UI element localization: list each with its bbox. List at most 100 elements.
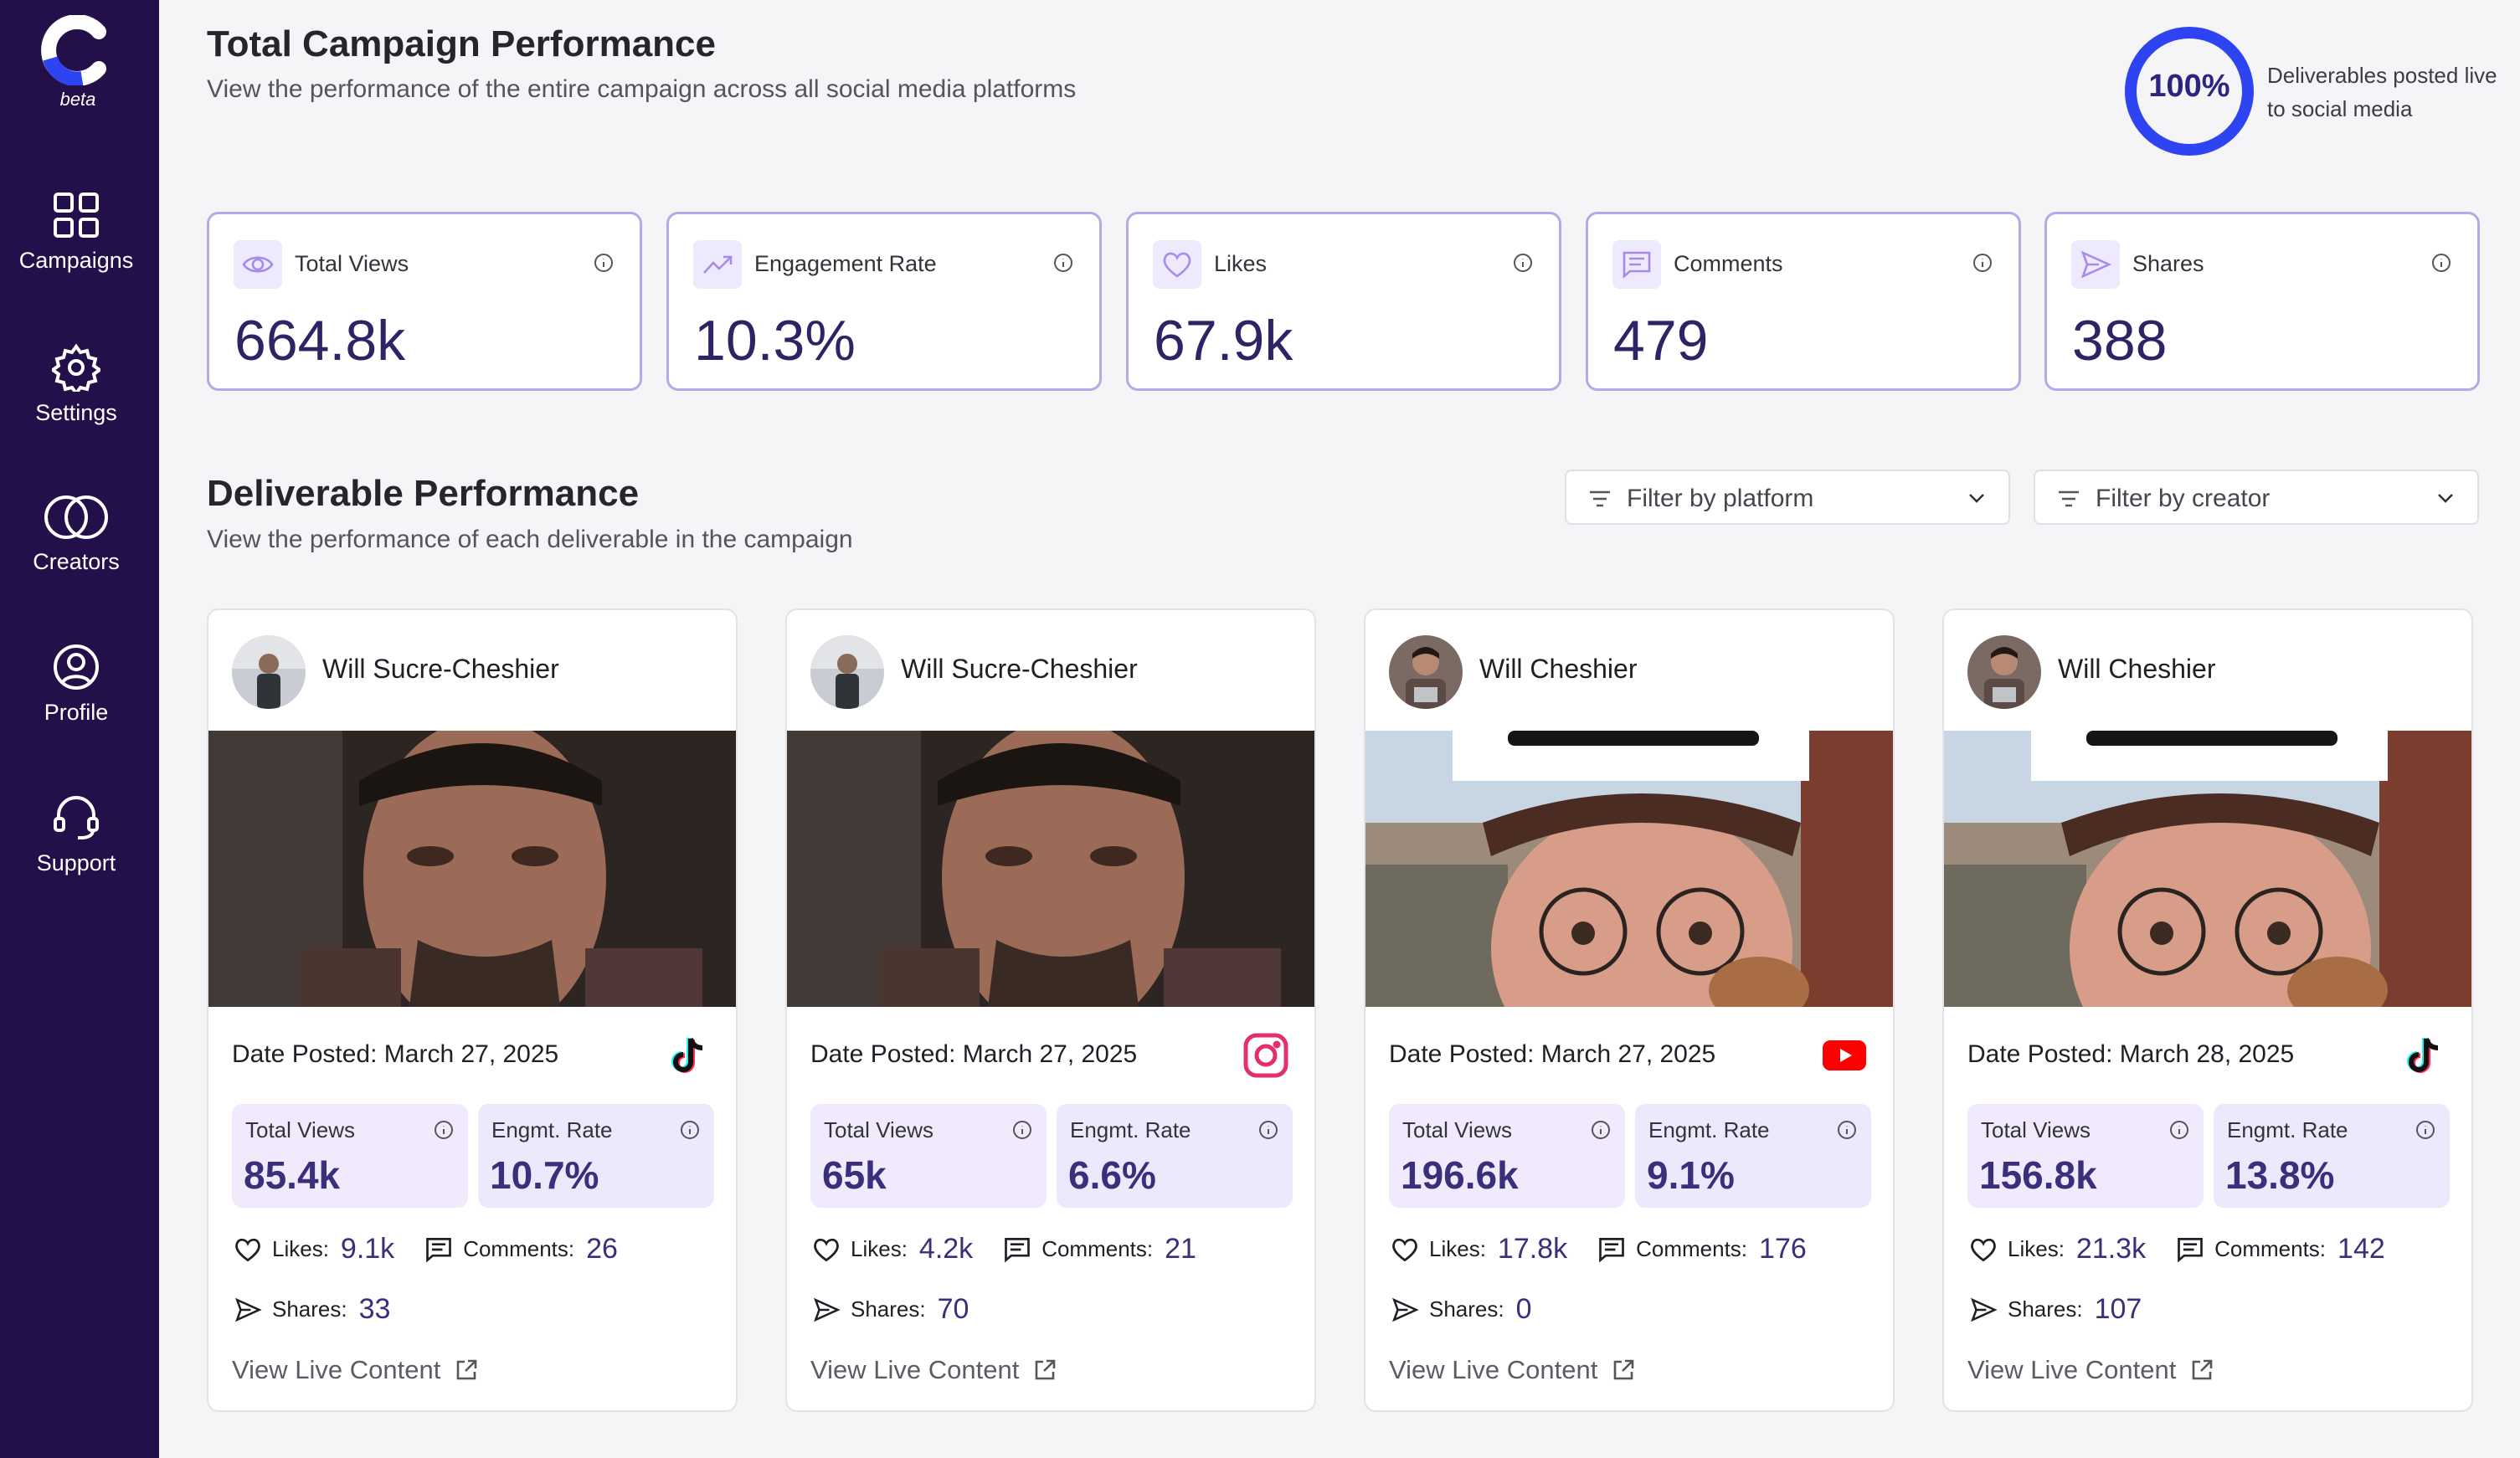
view-live-content-link[interactable]: View Live Content — [1389, 1355, 1636, 1385]
comments-value: 142 — [2337, 1233, 2385, 1265]
avatar — [232, 635, 306, 709]
stat-value: 67.9k — [1154, 309, 1293, 372]
stat-card-comments: Comments 479 — [1586, 212, 2021, 391]
overlapping-circles-icon — [44, 495, 108, 539]
info-icon[interactable] — [1836, 1119, 1858, 1141]
link-label: View Live Content — [232, 1355, 441, 1384]
nav-creators[interactable]: Creators — [0, 494, 152, 575]
external-link-icon — [1614, 1359, 1634, 1380]
youtube-icon — [1821, 1032, 1868, 1079]
content-thumbnail[interactable] — [1944, 731, 2473, 1007]
external-link-icon — [457, 1359, 477, 1380]
deliverable-card: Will Sucre-Cheshier Date Posted: March 2… — [207, 608, 738, 1412]
info-icon[interactable] — [1590, 1119, 1612, 1141]
progress-value: 100% — [2148, 69, 2230, 104]
gear-icon — [52, 343, 100, 392]
filter-label: Filter by platform — [1627, 485, 1814, 512]
likes-comments-row: Likes: 9.1k Comments: 26 — [232, 1233, 618, 1265]
send-icon — [814, 1297, 841, 1322]
metric-label: Engmt. Rate — [491, 1117, 613, 1142]
info-icon[interactable] — [2415, 1119, 2436, 1141]
metric-value: 85.4k — [244, 1153, 341, 1197]
metric-value: 65k — [822, 1153, 887, 1197]
content-thumbnail[interactable] — [787, 731, 1314, 1007]
app-logo[interactable] — [40, 15, 112, 85]
deliverable-card: Will Cheshier Date Posted: March 28, 202… — [1942, 608, 2473, 1412]
view-live-content-link[interactable]: View Live Content — [232, 1355, 479, 1385]
content-thumbnail[interactable] — [1365, 731, 1895, 1007]
heart-icon — [814, 1238, 839, 1261]
shares-value: 33 — [358, 1293, 391, 1325]
info-icon[interactable] — [679, 1119, 701, 1141]
likes-comments-row: Likes: 21.3k Comments: 142 — [1967, 1233, 2385, 1265]
sidebar: beta Campaigns Settings Creators Profile — [0, 0, 159, 1458]
shares-label: Shares: — [1429, 1296, 1504, 1322]
shares-label: Shares: — [2008, 1296, 2083, 1322]
metric-label: Engmt. Rate — [1070, 1117, 1191, 1142]
stat-card-likes: Likes 67.9k — [1126, 212, 1561, 391]
view-live-content-link[interactable]: View Live Content — [810, 1355, 1057, 1385]
metric-value: 9.1% — [1647, 1153, 1735, 1197]
avatar — [810, 635, 884, 709]
metric-value: 10.7% — [490, 1153, 599, 1197]
stat-label: Total Views — [295, 251, 409, 276]
filter-by-platform-dropdown[interactable]: Filter by platform — [1565, 470, 2010, 525]
nav-settings[interactable]: Settings — [0, 343, 152, 426]
metric-value: 196.6k — [1401, 1153, 1519, 1197]
comment-icon — [426, 1237, 452, 1263]
likes-label: Likes: — [2008, 1236, 2065, 1261]
info-icon[interactable] — [2168, 1119, 2190, 1141]
comments-value: 26 — [586, 1233, 618, 1265]
tiktok-icon — [664, 1032, 711, 1079]
link-label: View Live Content — [810, 1355, 1020, 1384]
engagement-rate-box: Engmt. Rate 10.7% — [478, 1104, 714, 1208]
comment-icon — [2178, 1237, 2203, 1263]
total-views-box: Total Views 196.6k — [1389, 1104, 1625, 1208]
external-link-icon — [1036, 1359, 1056, 1380]
content-thumbnail[interactable] — [208, 731, 736, 1007]
info-icon[interactable] — [2430, 252, 2452, 274]
instagram-icon — [1242, 1032, 1289, 1079]
info-icon[interactable] — [1512, 252, 1534, 274]
nav-campaigns[interactable]: Campaigns — [0, 191, 152, 274]
likes-label: Likes: — [851, 1236, 908, 1261]
nav-profile[interactable]: Profile — [0, 643, 152, 726]
trending-up-icon — [693, 240, 742, 289]
grid-icon — [54, 193, 99, 238]
likes-value: 9.1k — [340, 1233, 395, 1265]
nav-label: Profile — [44, 700, 109, 725]
likes-comments-row: Likes: 17.8k Comments: 176 — [1389, 1233, 1807, 1265]
stat-label: Engagement Rate — [754, 251, 937, 276]
info-icon[interactable] — [1052, 252, 1074, 274]
comment-icon — [1599, 1237, 1624, 1263]
info-icon[interactable] — [1011, 1119, 1033, 1141]
heart-icon — [1392, 1238, 1417, 1261]
shares-row: Shares: 70 — [810, 1293, 969, 1326]
metric-label: Engmt. Rate — [2227, 1117, 2348, 1142]
date-posted: Date Posted: March 28, 2025 — [1967, 1040, 2295, 1068]
info-icon[interactable] — [593, 252, 615, 274]
filter-by-creator-dropdown[interactable]: Filter by creator — [2034, 470, 2479, 525]
heart-icon — [1153, 240, 1201, 289]
comment-icon — [1612, 240, 1661, 289]
metric-label: Total Views — [824, 1117, 934, 1142]
nav-label: Support — [36, 850, 116, 875]
headset-icon — [54, 796, 99, 839]
send-icon — [1392, 1297, 1419, 1322]
avatar — [1967, 635, 2041, 709]
stat-value: 388 — [2072, 309, 2168, 372]
stat-label: Likes — [1214, 251, 1268, 276]
comments-label: Comments: — [1041, 1236, 1154, 1261]
info-icon[interactable] — [1972, 252, 1993, 274]
info-icon[interactable] — [1257, 1119, 1279, 1141]
info-icon[interactable] — [433, 1119, 455, 1141]
date-posted: Date Posted: March 27, 2025 — [232, 1040, 559, 1068]
stat-card-engagement-rate: Engagement Rate 10.3% — [666, 212, 1102, 391]
comments-label: Comments: — [1636, 1236, 1748, 1261]
page-subtitle: View the performance of the entire campa… — [207, 75, 1077, 103]
deliverable-card: Will Sucre-Cheshier Date Posted: March 2… — [785, 608, 1316, 1412]
view-live-content-link[interactable]: View Live Content — [1967, 1355, 2214, 1385]
date-posted: Date Posted: March 27, 2025 — [1389, 1040, 1716, 1068]
nav-support[interactable]: Support — [0, 793, 152, 876]
section-title: Deliverable Performance — [207, 473, 640, 514]
